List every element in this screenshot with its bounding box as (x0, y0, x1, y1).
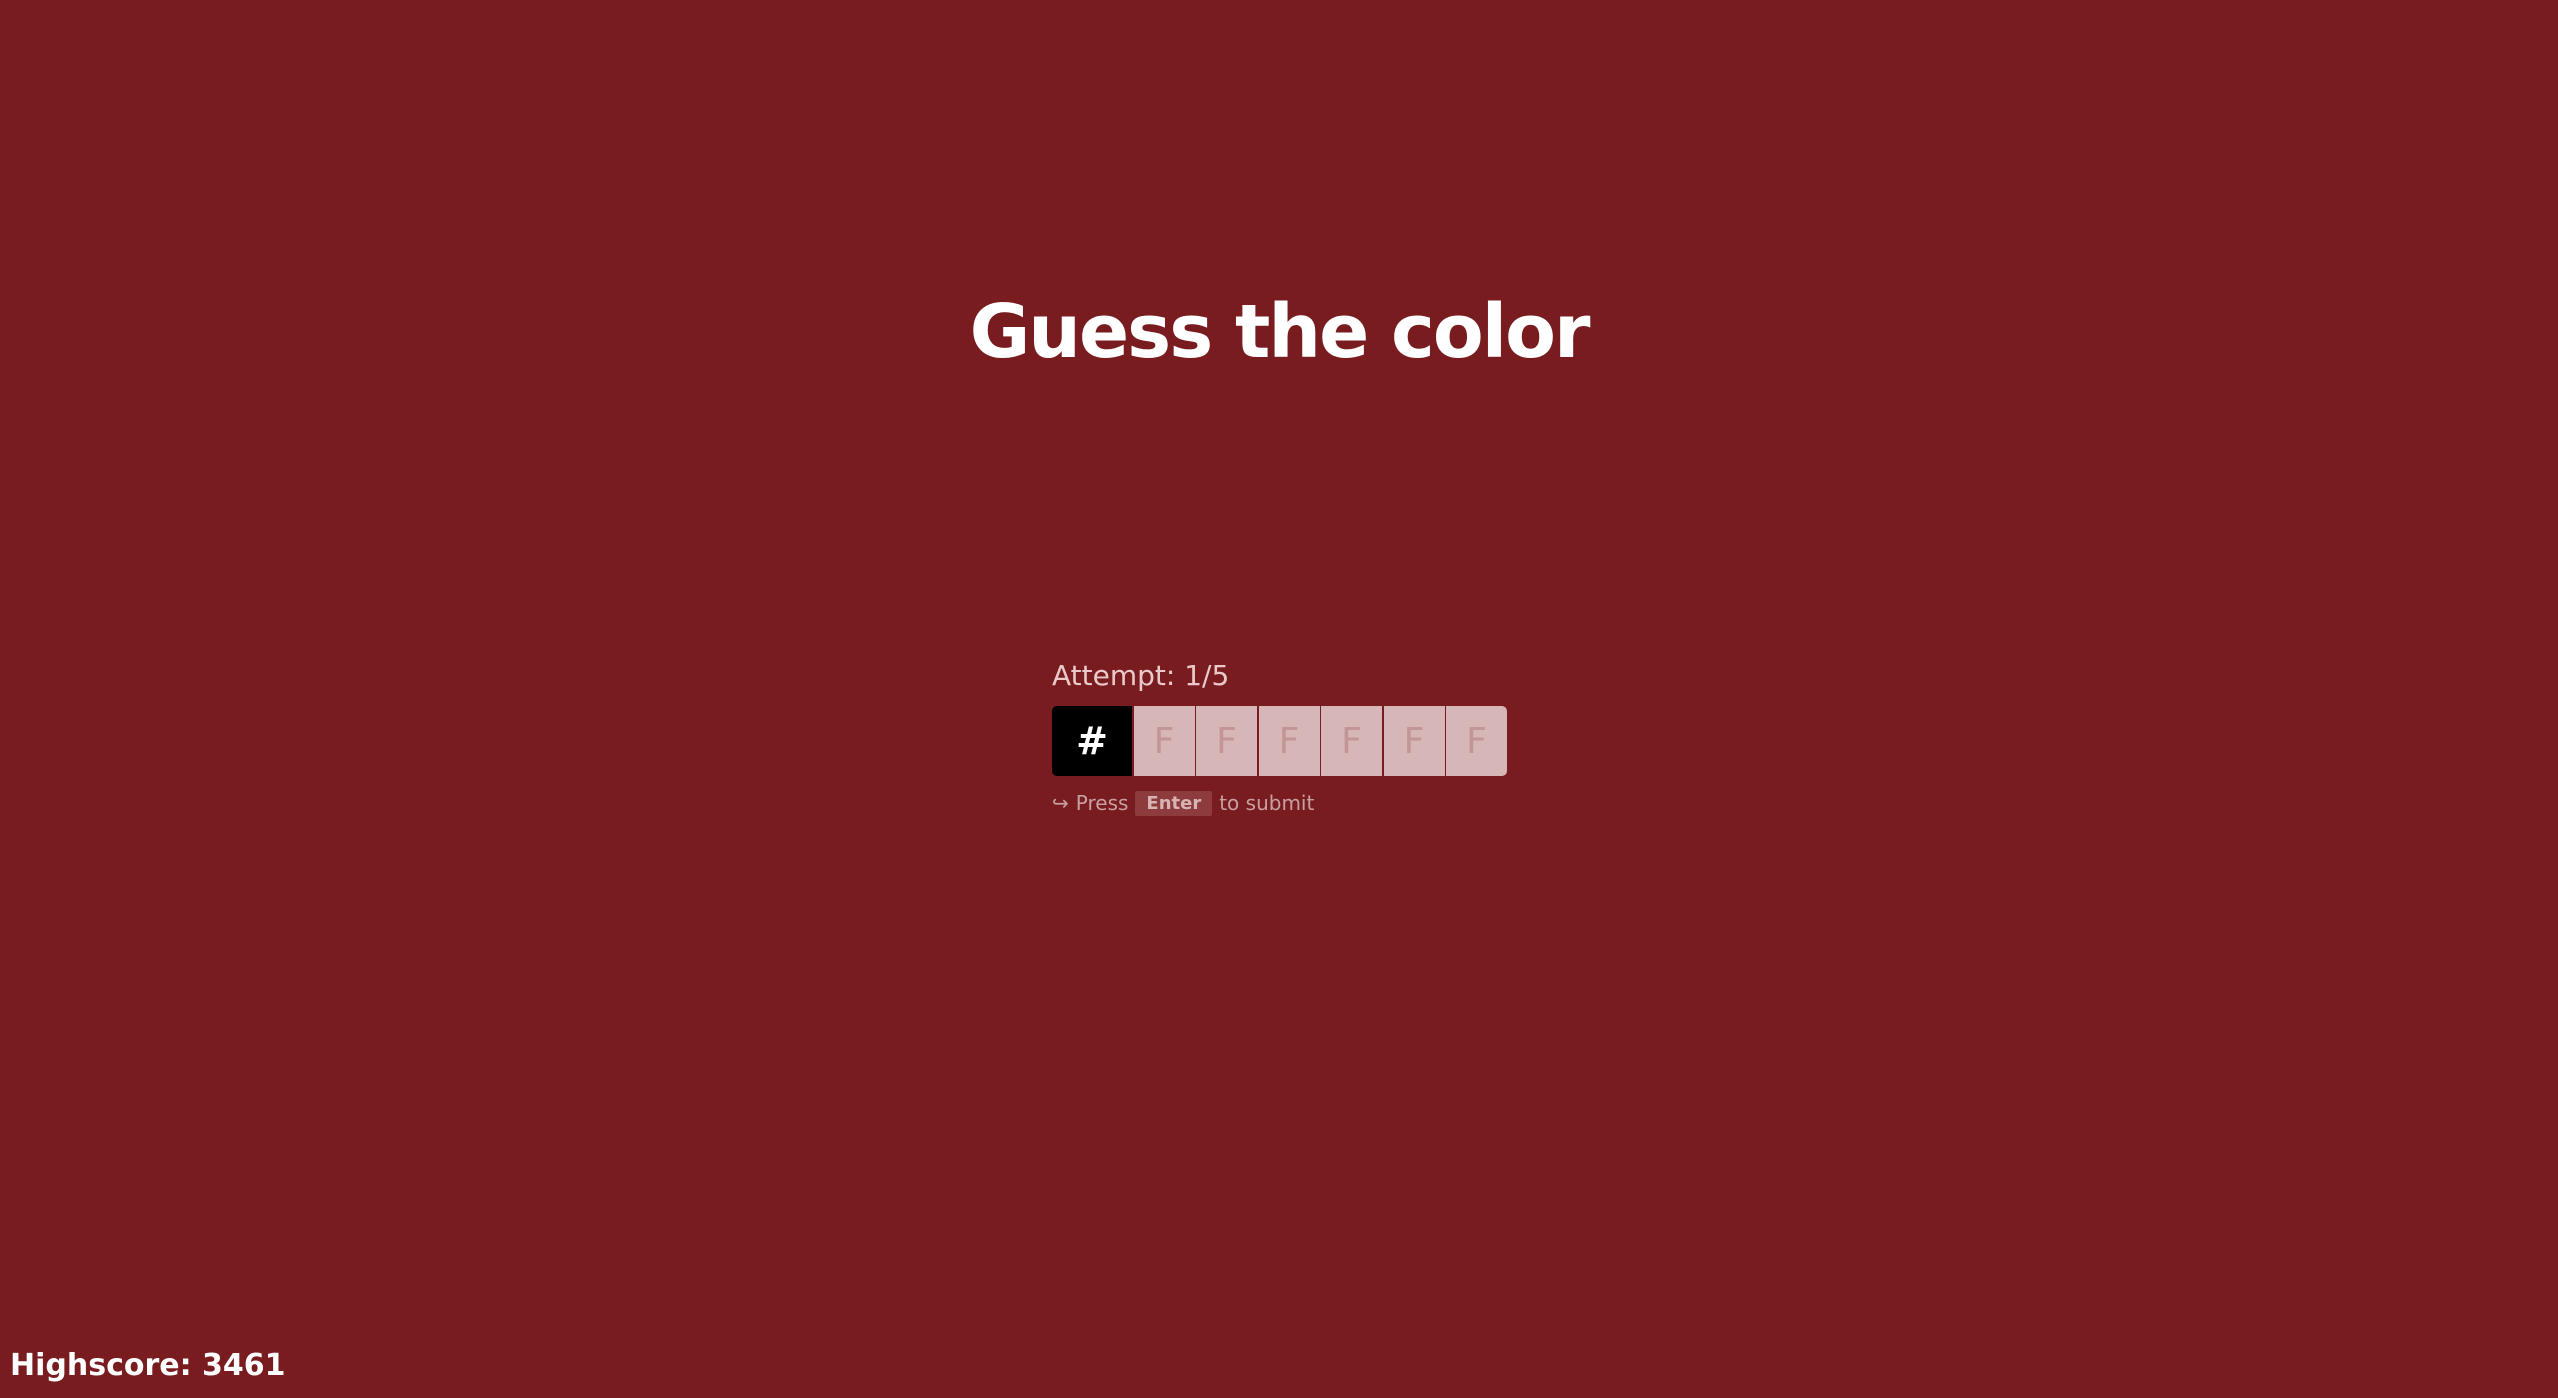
hex-digit-input-6[interactable] (1446, 706, 1507, 776)
hex-digit-input-3[interactable] (1258, 706, 1320, 776)
hex-input-row: # (1052, 706, 1507, 776)
return-arrow-icon: ↪ (1052, 791, 1069, 815)
hex-digit-input-2[interactable] (1196, 706, 1257, 776)
enter-key-badge: Enter (1135, 790, 1213, 816)
hex-digit-input-4[interactable] (1321, 706, 1382, 776)
attempt-counter: Attempt: 1/5 (1052, 659, 1230, 692)
page-title: Guess the color (969, 289, 1591, 375)
submit-hint: ↪ Press Enter to submit (1052, 788, 1507, 818)
highscore-label: Highscore: 3461 (10, 1348, 286, 1383)
hex-digit-input-1[interactable] (1133, 706, 1195, 776)
hint-suffix-text: to submit (1219, 791, 1315, 815)
hex-digit-input-5[interactable] (1383, 706, 1445, 776)
hint-press-text: Press (1075, 791, 1129, 815)
hash-prefix: # (1052, 706, 1132, 776)
guess-panel: Attempt: 1/5 # ↪ Press Enter to submit (1052, 656, 1507, 818)
